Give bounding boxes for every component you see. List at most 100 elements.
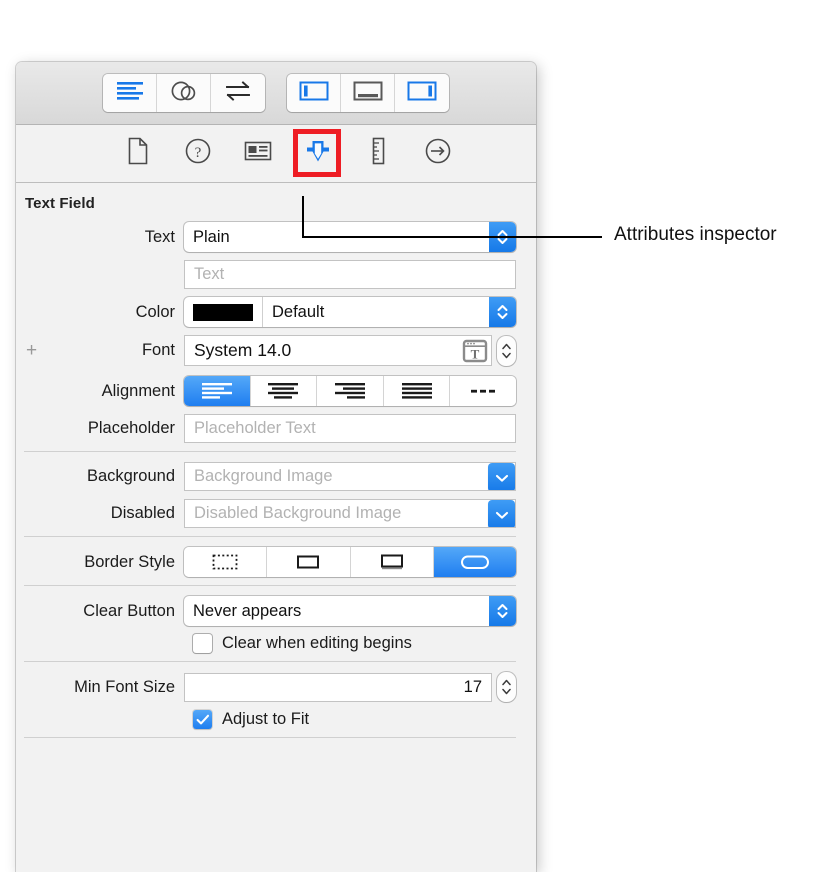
editor-mode-segmented-control[interactable] — [103, 74, 265, 112]
row-adjust-to-fit: Adjust to Fit — [16, 710, 536, 729]
separator — [24, 451, 516, 452]
attributes-inspector-tab[interactable] — [298, 134, 338, 174]
text-value-input[interactable]: Text — [184, 260, 516, 289]
panel-toggle-segmented-control[interactable] — [287, 74, 449, 112]
separator — [24, 536, 516, 537]
color-popup[interactable]: Default — [184, 297, 516, 327]
version-editor-button[interactable] — [211, 74, 265, 112]
id-card-icon — [244, 140, 272, 167]
row-disabled: Disabled Disabled Background Image — [16, 499, 536, 528]
callout-label: Attributes inspector — [614, 224, 777, 246]
right-panel-icon — [406, 79, 438, 108]
panel-title: Text Field — [16, 183, 536, 222]
venn-circles-icon — [169, 79, 199, 108]
color-value: Default — [263, 303, 489, 322]
background-image-combo[interactable]: Background Image — [184, 462, 516, 491]
align-left-button[interactable] — [184, 376, 251, 406]
clear-button-value: Never appears — [184, 602, 489, 621]
font-picker-button[interactable]: T — [461, 338, 488, 363]
placeholder-label: Placeholder — [24, 419, 184, 438]
chevron-updown-icon — [489, 596, 516, 626]
alignment-segmented-control[interactable] — [184, 376, 516, 406]
separator — [24, 737, 516, 738]
swap-arrows-icon — [223, 80, 253, 107]
align-justified-button[interactable] — [384, 376, 451, 406]
border-style-label: Border Style — [24, 553, 184, 572]
disabled-background-image-combo[interactable]: Disabled Background Image — [184, 499, 516, 528]
lines-icon — [115, 80, 145, 107]
plus-icon[interactable]: + — [26, 341, 37, 360]
ruler-icon — [369, 137, 387, 170]
placeholder-input[interactable]: Placeholder Text — [184, 414, 516, 443]
min-font-size-stepper[interactable] — [497, 672, 516, 702]
row-border-style: Border Style — [16, 547, 536, 577]
question-circle-icon: ? — [184, 137, 212, 170]
border-line-button[interactable] — [267, 547, 350, 577]
attributes-inspector-panel: Text Field Text Plain Tex — [16, 183, 536, 738]
arrow-circle-icon — [424, 137, 452, 170]
border-rounded-rect-button[interactable] — [434, 547, 516, 577]
row-color: Color Default — [16, 297, 536, 327]
background-image-value: Background Image — [185, 467, 515, 486]
svg-text:?: ? — [195, 145, 202, 161]
text-label: Text — [24, 228, 184, 247]
min-font-size-label: Min Font Size — [24, 678, 184, 697]
color-swatch — [193, 304, 253, 321]
toolbar — [16, 62, 536, 125]
row-placeholder: Placeholder Placeholder Text — [16, 414, 536, 443]
alignment-label: Alignment — [24, 382, 184, 401]
font-size-stepper[interactable] — [497, 336, 516, 366]
toggle-debug-area-button[interactable] — [341, 74, 395, 112]
chevron-down-icon[interactable] — [488, 500, 515, 528]
clear-button-label: Clear Button — [24, 602, 184, 621]
separator — [24, 585, 516, 586]
font-label: Font — [24, 341, 184, 360]
row-clear-when-editing: Clear when editing begins — [16, 634, 536, 653]
row-font: + Font System 14.0 T — [16, 335, 536, 366]
left-panel-icon — [298, 79, 330, 108]
separator — [24, 661, 516, 662]
file-inspector-tab[interactable] — [118, 134, 158, 174]
row-background: Background Background Image — [16, 462, 536, 491]
row-alignment: Alignment — [16, 376, 536, 406]
down-arrow-shield-icon — [303, 136, 333, 171]
chevron-down-icon[interactable] — [488, 463, 515, 491]
disabled-background-image-value: Disabled Background Image — [185, 504, 515, 523]
align-natural-button[interactable] — [450, 376, 516, 406]
svg-text:T: T — [470, 346, 479, 361]
font-value: System 14.0 — [194, 340, 291, 361]
clear-when-editing-checkbox[interactable] — [193, 634, 212, 653]
disabled-label: Disabled — [24, 504, 184, 523]
row-clear-button: Clear Button Never appears — [16, 596, 536, 626]
standard-editor-button[interactable] — [103, 74, 157, 112]
clear-when-editing-label: Clear when editing begins — [222, 634, 412, 653]
size-inspector-tab[interactable] — [358, 134, 398, 174]
document-icon — [126, 137, 150, 170]
clear-button-popup[interactable]: Never appears — [184, 596, 516, 626]
background-label: Background — [24, 467, 184, 486]
chevron-updown-icon — [489, 297, 516, 327]
align-center-button[interactable] — [251, 376, 318, 406]
adjust-to-fit-label: Adjust to Fit — [222, 710, 309, 729]
xcode-utilities-window: ? — [16, 62, 536, 872]
toggle-navigator-button[interactable] — [287, 74, 341, 112]
border-style-segmented-control[interactable] — [184, 547, 516, 577]
callout-line-vertical — [302, 196, 304, 238]
font-field[interactable]: System 14.0 T — [184, 335, 492, 366]
row-min-font-size: Min Font Size 17 — [16, 672, 536, 702]
assistant-editor-button[interactable] — [157, 74, 211, 112]
inspector-tab-bar: ? — [16, 125, 536, 183]
adjust-to-fit-checkbox[interactable] — [193, 710, 212, 729]
min-font-size-input[interactable]: 17 — [184, 673, 492, 702]
connections-inspector-tab[interactable] — [418, 134, 458, 174]
border-none-button[interactable] — [184, 547, 267, 577]
toggle-utilities-button[interactable] — [395, 74, 449, 112]
quick-help-inspector-tab[interactable]: ? — [178, 134, 218, 174]
color-label: Color — [24, 303, 184, 322]
bottom-panel-icon — [352, 79, 384, 108]
callout-line-horizontal — [302, 236, 602, 238]
align-right-button[interactable] — [317, 376, 384, 406]
identity-inspector-tab[interactable] — [238, 134, 278, 174]
border-bezel-button[interactable] — [351, 547, 434, 577]
color-swatch-cell[interactable] — [184, 297, 263, 327]
